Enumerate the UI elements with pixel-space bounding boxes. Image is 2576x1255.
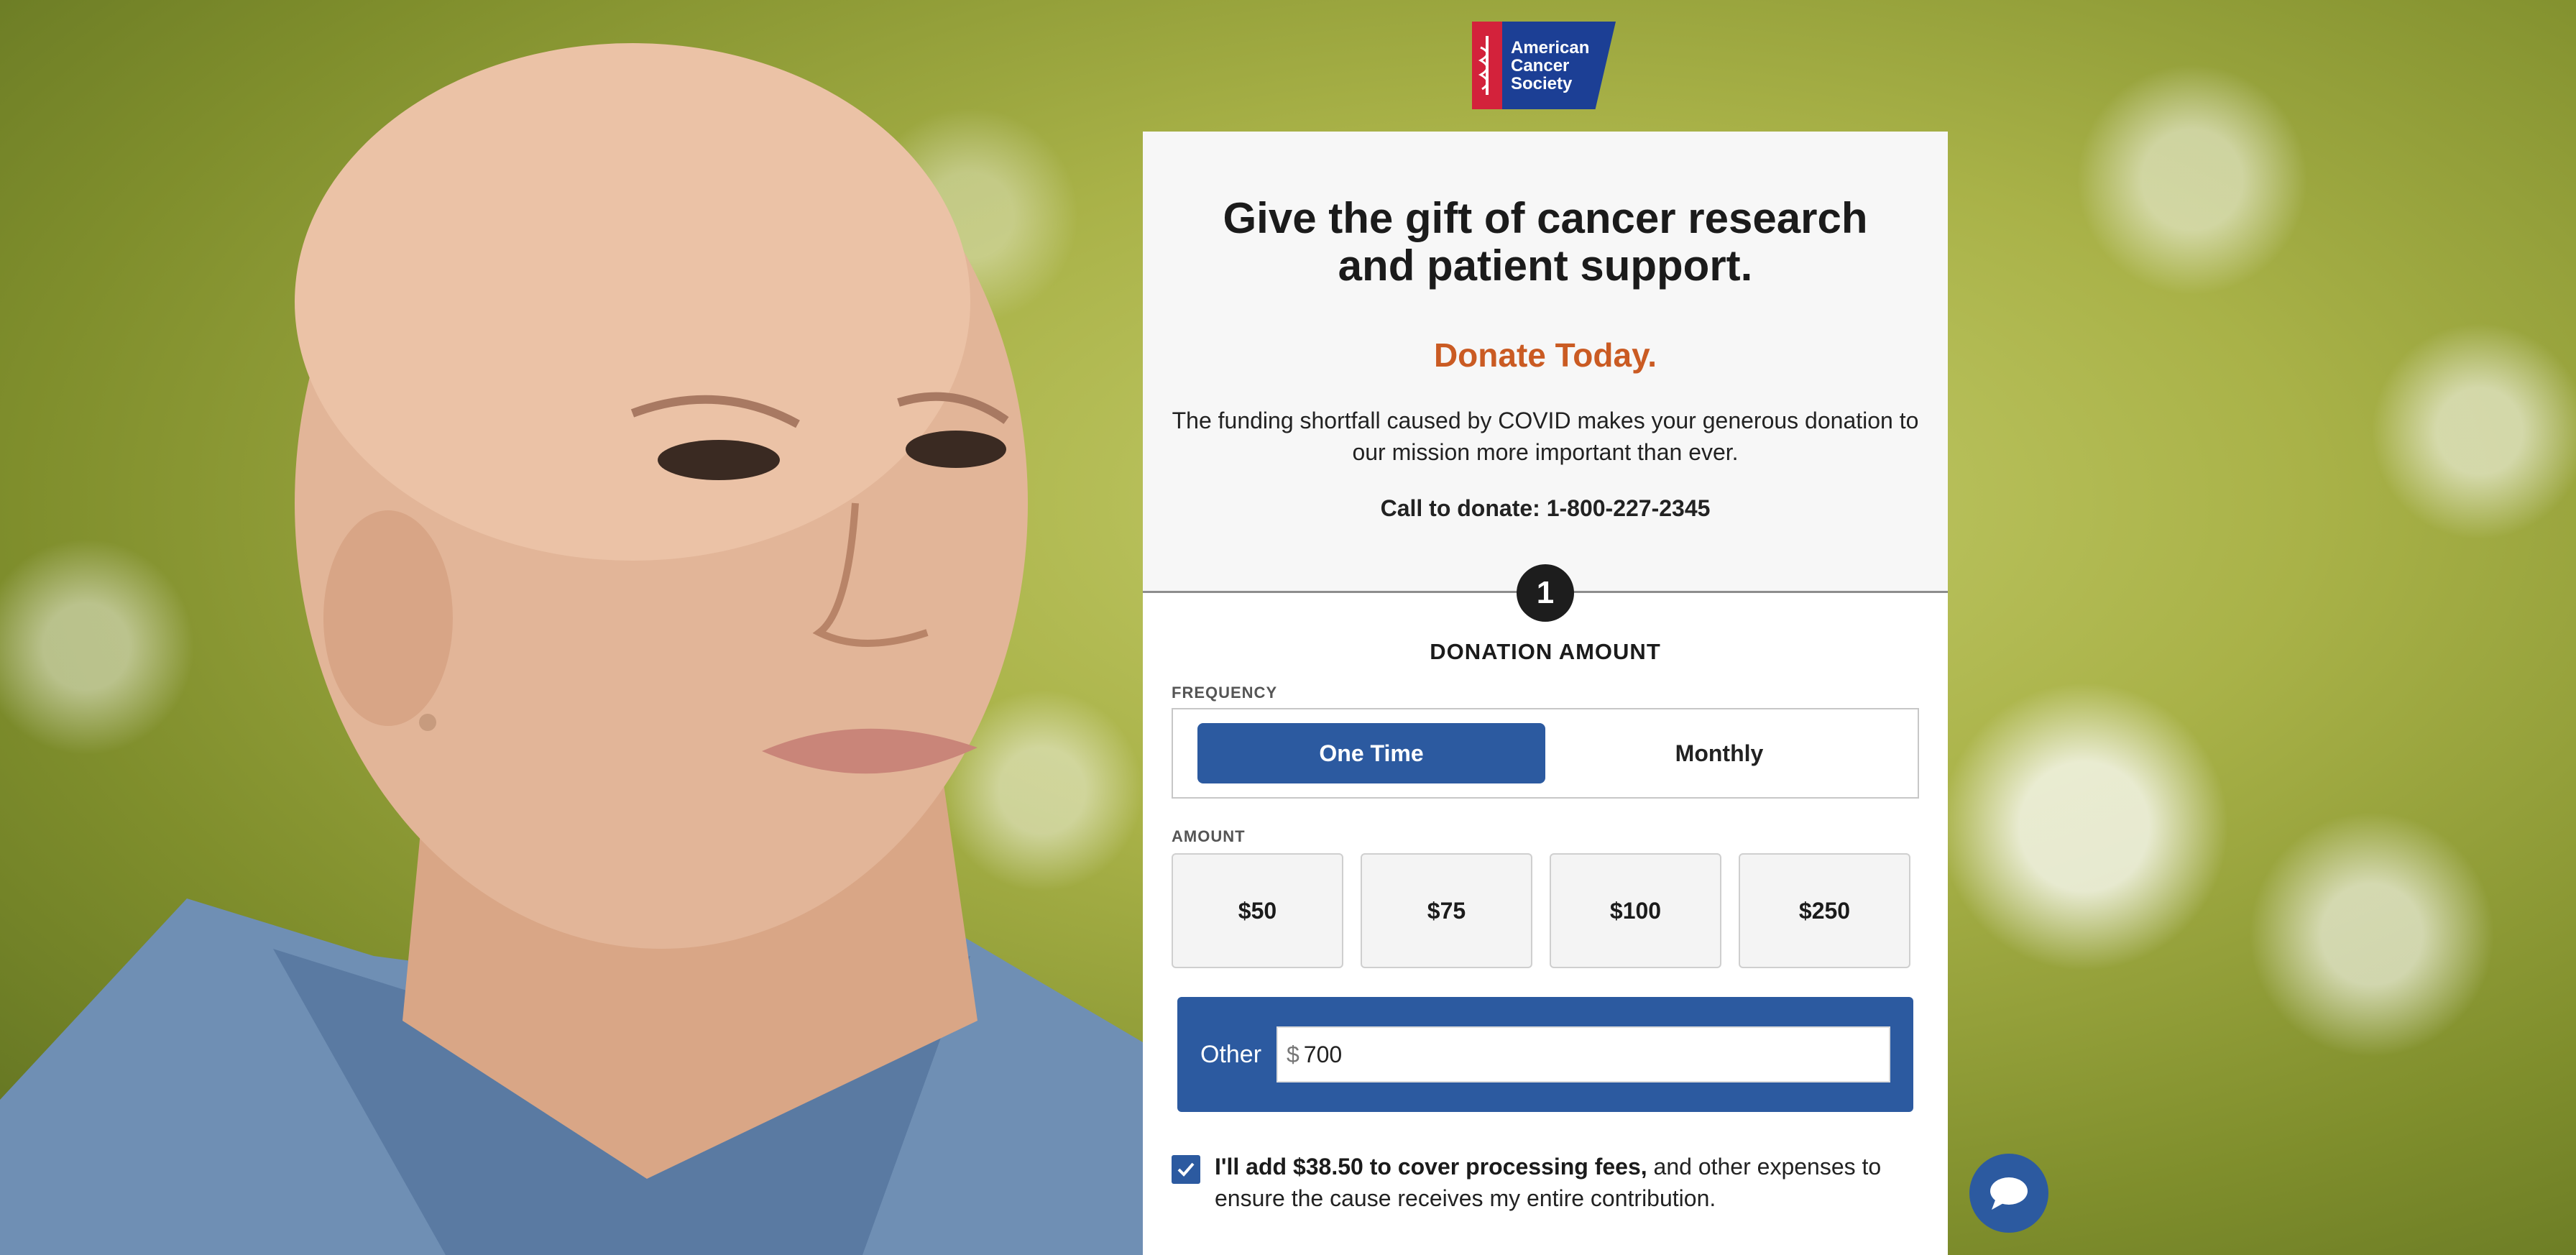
call-to-donate-text: Call to donate: 1-800-227-2345 [1380, 495, 1711, 521]
cover-fees-bold-text: I'll add $38.50 to cover processing fees… [1215, 1154, 1647, 1180]
logo-line-1: American [1511, 38, 1590, 58]
frequency-one-time-button[interactable]: One Time [1197, 723, 1545, 783]
caduceus-icon [1472, 22, 1502, 109]
acs-logo[interactable]: American Cancer Society [1472, 22, 1616, 109]
step-number-badge: 1 [1517, 564, 1574, 622]
cover-fees-text: I'll add $38.50 to cover processing fees… [1215, 1151, 1919, 1214]
frequency-monthly-button[interactable]: Monthly [1545, 723, 1893, 783]
page-title: Give the gift of cancer research and pat… [1223, 194, 1868, 290]
donate-today-heading: Donate Today. [1433, 336, 1657, 374]
amount-option-250[interactable]: $250 [1739, 853, 1910, 968]
amount-options: $50 $75 $100 $250 [1172, 853, 1919, 968]
cover-fees-row: I'll add $38.50 to cover processing fees… [1172, 1151, 1919, 1214]
chat-button[interactable] [1969, 1154, 2048, 1233]
amount-option-100[interactable]: $100 [1550, 853, 1721, 968]
section-title-donation-amount: DONATION AMOUNT [1430, 639, 1661, 664]
currency-symbol: $ [1287, 1041, 1300, 1067]
hero-photo-person [0, 43, 1143, 1255]
logo-wordmark: American Cancer Society [1502, 22, 1616, 109]
checkmark-icon [1177, 1162, 1195, 1177]
intro-text: The funding shortfall caused by COVID ma… [1172, 408, 1919, 465]
chat-bubble-icon [1990, 1177, 2028, 1210]
amount-option-50[interactable]: $50 [1172, 853, 1343, 968]
cover-fees-checkbox[interactable] [1172, 1155, 1200, 1184]
frequency-toggle: One Time Monthly [1172, 708, 1919, 799]
other-amount-input[interactable]: $ 700 [1276, 1026, 1890, 1082]
logo-line-2: Cancer [1511, 56, 1570, 75]
amount-option-75[interactable]: $75 [1361, 853, 1532, 968]
donation-card: Give the gift of cancer research and pat… [1143, 132, 1948, 1255]
other-amount-panel: Other $ 700 [1177, 997, 1913, 1112]
logo-line-3: Society [1511, 74, 1573, 93]
card-intro-section: Give the gift of cancer research and pat… [1143, 132, 1948, 622]
other-amount-label: Other [1200, 1040, 1262, 1068]
other-amount-value: 700 [1303, 1041, 1343, 1067]
amount-label: AMOUNT [1172, 827, 1246, 845]
frequency-label: FREQUENCY [1172, 684, 1278, 702]
